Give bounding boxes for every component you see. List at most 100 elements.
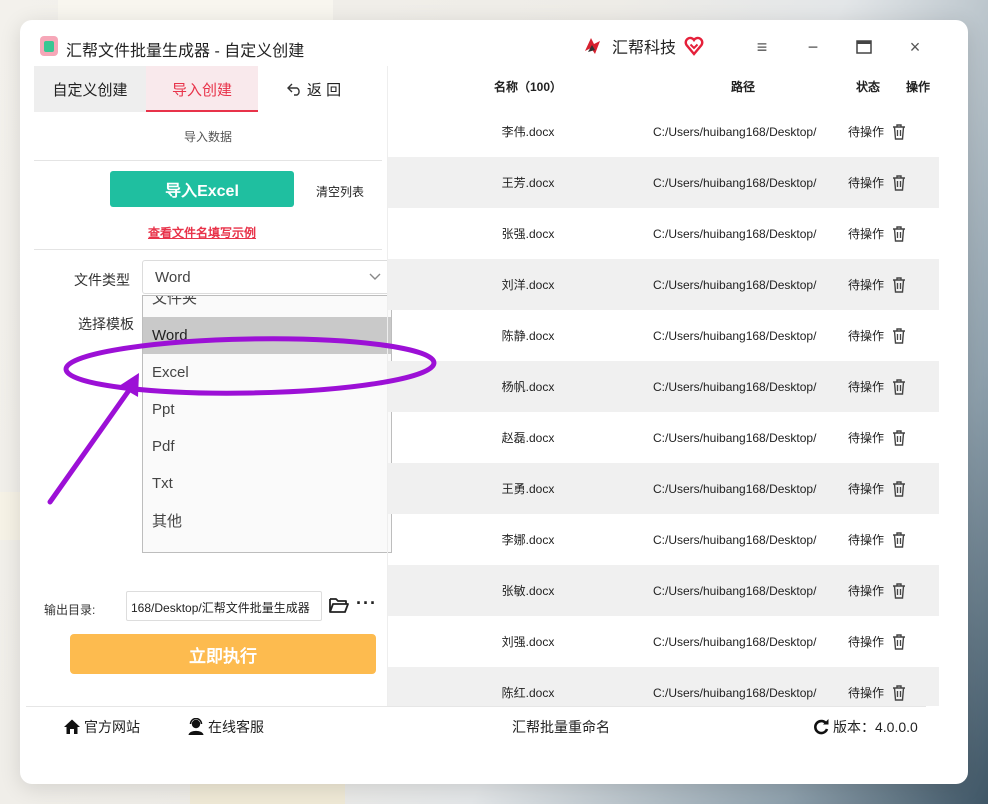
table-row[interactable]: 刘洋.docx C:/Users/huibang168/Desktop/待操作 (388, 259, 939, 310)
tab-import-create[interactable]: 导入创建 (146, 66, 258, 112)
table-row[interactable]: 张强.docx C:/Users/huibang168/Desktop/待操作 (388, 208, 939, 259)
cell-path: C:/Users/huibang168/Desktop/ (653, 328, 817, 343)
header-path: 路径 (730, 79, 755, 94)
table-row[interactable]: 王芳.docx C:/Users/huibang168/Desktop/待操作 (388, 157, 939, 208)
app-title: 汇帮文件批量生成器 - 自定义创建 (66, 43, 305, 60)
output-dir-label: 输出目录: (44, 603, 96, 617)
table-row[interactable]: 李伟.docx C:/Users/huibang168/Desktop/待操作 (388, 106, 939, 157)
trash-icon[interactable] (891, 174, 907, 191)
chevron-down-icon (369, 273, 381, 280)
header-status: 状态 (855, 79, 880, 94)
minimize-icon[interactable]: − (800, 34, 826, 60)
cell-name: 刘洋.docx (501, 278, 555, 292)
more-icon[interactable]: ··· (356, 593, 377, 614)
clear-list-button[interactable]: 清空列表 (316, 183, 364, 200)
table-row[interactable]: 刘强.docx C:/Users/huibang168/Desktop/待操作 (388, 616, 939, 667)
brand[interactable]: 汇帮科技 (582, 34, 704, 58)
trash-icon[interactable] (891, 225, 907, 242)
filename-example-link[interactable]: 查看文件名填写示例 (34, 224, 370, 241)
dropdown-option-word[interactable]: Word (143, 317, 391, 354)
cell-status: 待操作 (848, 482, 885, 496)
cell-status: 待操作 (848, 278, 885, 292)
dropdown-option-folder[interactable]: 文件夹 (143, 296, 391, 316)
user-icon (188, 718, 204, 735)
back-button[interactable]: 返 回 (274, 66, 354, 112)
cell-path: C:/Users/huibang168/Desktop/ (653, 175, 817, 190)
cell-status: 待操作 (848, 686, 885, 700)
cell-status: 待操作 (848, 431, 885, 445)
rename-tool-link[interactable]: 汇帮批量重命名 (512, 717, 610, 737)
file-type-label: 文件类型 (74, 272, 130, 288)
left-panel: 自定义创建 导入创建 返 回 导入数据 导入Excel 清空列表 查看文件名填写… (34, 66, 392, 706)
output-dir-input[interactable]: 168/Desktop/汇帮文件批量生成器 (126, 591, 322, 621)
cell-status: 待操作 (848, 635, 885, 649)
header-name: 名称（100） (493, 79, 563, 94)
file-type-dropdown: 文件夹 Word Excel Ppt Pdf Txt 其他 (142, 295, 392, 553)
close-icon[interactable]: × (902, 34, 928, 60)
file-table: 名称（100） 路径 状态 操作 李伟.docx C:/Users/huibang… (387, 66, 939, 706)
dropdown-option-other[interactable]: 其他 (143, 502, 391, 539)
cell-status: 待操作 (848, 533, 885, 547)
back-arrow-icon (286, 83, 300, 96)
trash-icon[interactable] (891, 276, 907, 293)
table-row[interactable]: 张敏.docx C:/Users/huibang168/Desktop/待操作 (388, 565, 939, 616)
trash-icon[interactable] (891, 531, 907, 548)
tab-bar: 自定义创建 导入创建 返 回 (34, 66, 382, 112)
tab-custom-create[interactable]: 自定义创建 (34, 66, 146, 112)
import-excel-button[interactable]: 导入Excel (110, 171, 294, 207)
cell-name: 陈静.docx (501, 329, 555, 343)
cell-name: 刘强.docx (501, 635, 555, 649)
cell-path: C:/Users/huibang168/Desktop/ (653, 124, 817, 139)
table-row[interactable]: 赵磊.docx C:/Users/huibang168/Desktop/待操作 (388, 412, 939, 463)
cell-status: 待操作 (848, 380, 885, 394)
cell-status: 待操作 (848, 176, 885, 190)
dropdown-option-ppt[interactable]: Ppt (143, 391, 391, 428)
table-row[interactable]: 陈红.docx C:/Users/huibang168/Desktop/待操作 (388, 667, 939, 706)
cell-name: 王芳.docx (501, 176, 555, 190)
dropdown-option-pdf[interactable]: Pdf (143, 428, 391, 465)
title-bar: 汇帮文件批量生成器 - 自定义创建 汇帮科技 ≡ − × (26, 28, 926, 66)
trash-icon[interactable] (891, 429, 907, 446)
cell-path: C:/Users/huibang168/Desktop/ (653, 379, 817, 394)
trash-icon[interactable] (891, 684, 907, 701)
cell-path: C:/Users/huibang168/Desktop/ (653, 430, 817, 445)
cell-path: C:/Users/huibang168/Desktop/ (653, 685, 817, 700)
dropdown-option-txt[interactable]: Txt (143, 465, 391, 502)
cell-name: 王勇.docx (501, 482, 555, 496)
online-service-link[interactable]: 在线客服 (187, 717, 264, 737)
website-link[interactable]: 官方网站 (63, 717, 140, 737)
run-now-button[interactable]: 立即执行 (70, 634, 376, 674)
folder-icon[interactable] (328, 595, 350, 615)
cell-name: 李伟.docx (501, 125, 555, 139)
cell-path: C:/Users/huibang168/Desktop/ (653, 277, 817, 292)
cell-path: C:/Users/huibang168/Desktop/ (653, 481, 817, 496)
background-card (0, 492, 22, 540)
table-row[interactable]: 李娜.docx C:/Users/huibang168/Desktop/待操作 (388, 514, 939, 565)
file-type-value: Word (155, 269, 191, 286)
cell-status: 待操作 (848, 584, 885, 598)
cell-name: 杨帆.docx (501, 380, 555, 394)
website-label: 官方网站 (84, 719, 140, 735)
back-label: 返 回 (306, 81, 342, 99)
cell-path: C:/Users/huibang168/Desktop/ (653, 634, 817, 649)
dropdown-option-excel[interactable]: Excel (143, 354, 391, 391)
table-row[interactable]: 陈静.docx C:/Users/huibang168/Desktop/待操作 (388, 310, 939, 361)
trash-icon[interactable] (891, 480, 907, 497)
trash-icon[interactable] (891, 378, 907, 395)
cell-name: 陈红.docx (501, 686, 555, 700)
cell-status: 待操作 (848, 125, 885, 139)
trash-icon[interactable] (891, 633, 907, 650)
cell-name: 李娜.docx (501, 533, 555, 547)
table-row[interactable]: 王勇.docx C:/Users/huibang168/Desktop/待操作 (388, 463, 939, 514)
trash-icon[interactable] (891, 582, 907, 599)
version-label: 版本：4.0.0.0 (833, 719, 918, 735)
template-label: 选择模板 (78, 316, 134, 332)
table-row[interactable]: 杨帆.docx C:/Users/huibang168/Desktop/待操作 (388, 361, 939, 412)
menu-icon[interactable]: ≡ (749, 34, 775, 60)
version-info[interactable]: 版本：4.0.0.0 (812, 717, 918, 737)
heart-logo-icon (684, 36, 704, 56)
trash-icon[interactable] (891, 327, 907, 344)
file-type-select[interactable]: Word (142, 260, 392, 294)
maximize-icon[interactable] (851, 34, 877, 60)
trash-icon[interactable] (891, 123, 907, 140)
